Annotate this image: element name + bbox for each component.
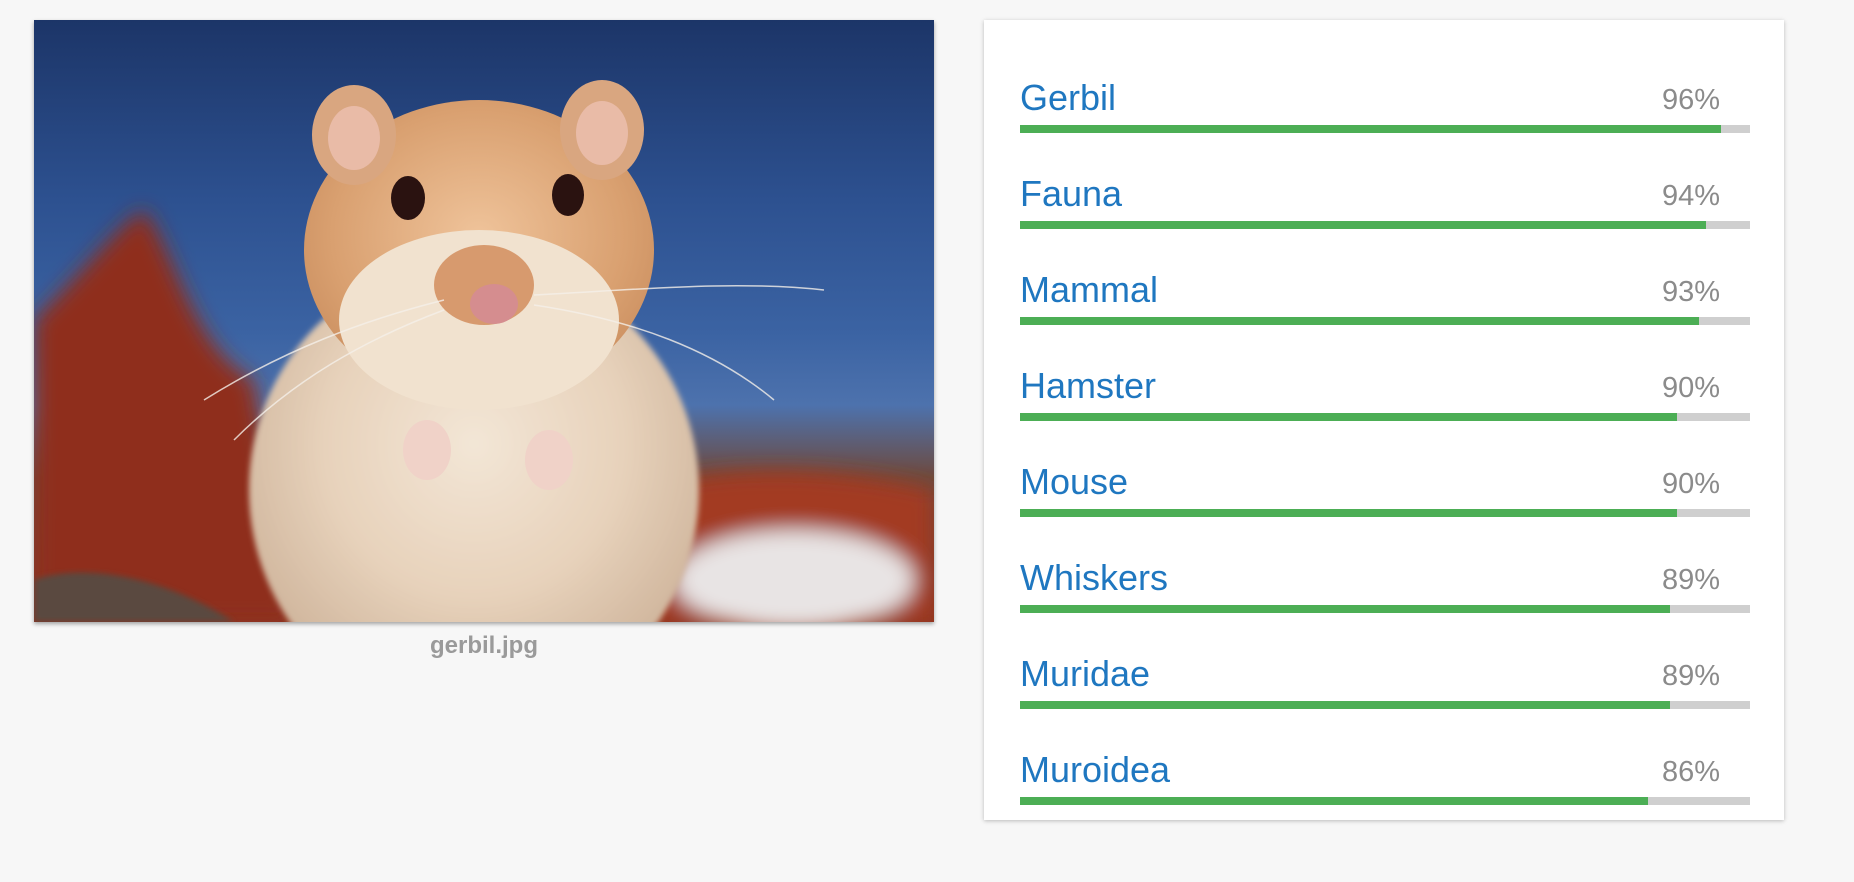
- label-row-whiskers: Whiskers 89%: [1020, 556, 1750, 636]
- label-row-muroidea: Muroidea 86%: [1020, 748, 1750, 828]
- label-percent: 94%: [1661, 180, 1720, 212]
- label-name: Gerbil: [1020, 77, 1117, 118]
- uploaded-photo: [34, 20, 934, 622]
- label-percent: 89%: [1661, 660, 1720, 692]
- label-row-muridae: Muridae 89%: [1020, 652, 1750, 732]
- label-percent: 90%: [1661, 468, 1720, 500]
- score-bar-track: [1020, 317, 1750, 325]
- label-row-mouse: Mouse 90%: [1020, 460, 1750, 540]
- label-row-mammal: Mammal 93%: [1020, 268, 1750, 348]
- label-row-gerbil: Gerbil 96%: [1020, 76, 1750, 156]
- label-percent: 89%: [1661, 564, 1720, 596]
- score-bar-track: [1020, 125, 1750, 133]
- label-row-fauna: Fauna 94%: [1020, 172, 1750, 252]
- score-bar-track: [1020, 701, 1750, 709]
- label-percent: 93%: [1661, 276, 1720, 308]
- score-bar-track: [1020, 509, 1750, 517]
- score-bar-fill: [1020, 605, 1670, 613]
- label-percent: 96%: [1661, 84, 1720, 116]
- score-bar-fill: [1020, 221, 1707, 229]
- label-name: Muroidea: [1020, 749, 1171, 790]
- image-filename: gerbil.jpg: [430, 632, 538, 659]
- label-name: Hamster: [1020, 365, 1157, 406]
- label-name: Mouse: [1020, 461, 1129, 502]
- score-bar-track: [1020, 605, 1750, 613]
- score-bar-fill: [1020, 509, 1677, 517]
- score-bar-fill: [1020, 413, 1677, 421]
- label-percent: 86%: [1661, 756, 1720, 788]
- score-bar-fill: [1020, 317, 1699, 325]
- score-bar-fill: [1020, 797, 1648, 805]
- gerbil-illustration: [34, 80, 934, 622]
- score-bar-fill: [1020, 701, 1670, 709]
- score-bar-track: [1020, 413, 1750, 421]
- label-name: Mammal: [1020, 269, 1159, 310]
- label-name: Muridae: [1020, 653, 1151, 694]
- score-bar-fill: [1020, 125, 1721, 133]
- score-bar-track: [1020, 221, 1750, 229]
- label-name: Whiskers: [1020, 557, 1169, 598]
- score-bar-track: [1020, 797, 1750, 805]
- label-name: Fauna: [1020, 173, 1123, 214]
- labels-card: Gerbil 96% Fauna 94% Mammal 93% Hamster …: [984, 20, 1784, 820]
- label-percent: 90%: [1661, 372, 1720, 404]
- label-row-hamster: Hamster 90%: [1020, 364, 1750, 444]
